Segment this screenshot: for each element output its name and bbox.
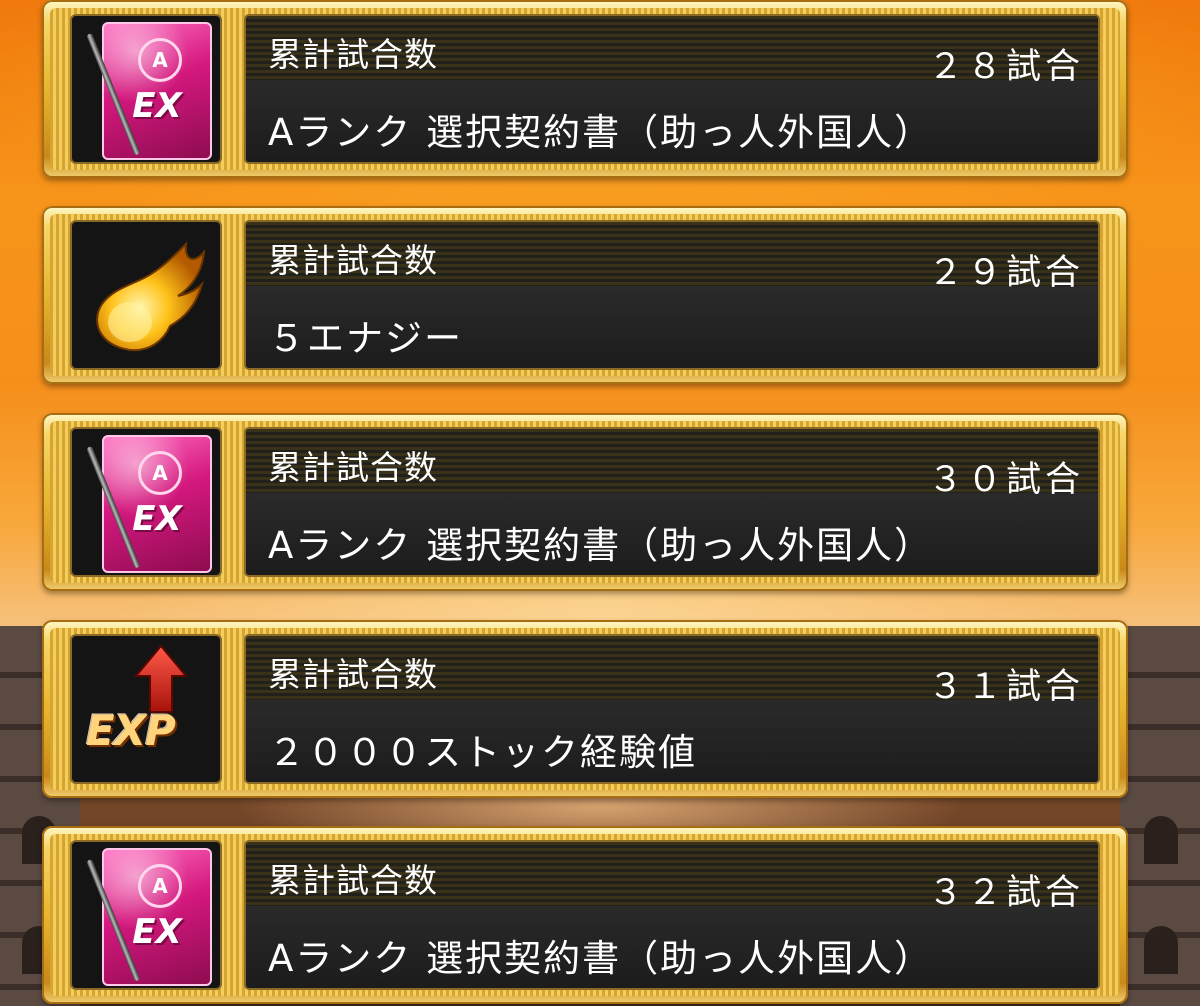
ex-label: EX — [132, 499, 182, 539]
reward-info: 累計試合数 ３０試合 Aランク 選択契約書（助っ人外国人） — [244, 427, 1100, 577]
reward-icon-box: A EX — [70, 14, 222, 164]
cumulative-games-label: 累計試合数 — [268, 241, 438, 280]
flame-icon — [96, 242, 206, 352]
reward-name: ２０００ストック経験値 — [268, 731, 697, 774]
reward-card[interactable]: A EX 累計試合数 ３０試合 Aランク 選択契約書（助っ人外国人） — [42, 413, 1128, 591]
cumulative-games-label: 累計試合数 — [268, 448, 438, 487]
reward-icon-box: EXP — [70, 634, 222, 784]
contract-icon: A EX — [102, 848, 212, 986]
rank-emblem: A — [138, 864, 182, 908]
games-count: ３０試合 — [927, 460, 1084, 500]
games-count: ２９試合 — [927, 253, 1084, 293]
reward-card[interactable]: 累計試合数 ２９試合 ５エナジー — [42, 206, 1128, 384]
games-count: ２８試合 — [927, 47, 1084, 87]
exp-label: EXP — [86, 706, 176, 755]
up-arrow-icon — [134, 644, 188, 713]
reward-name: Aランク 選択契約書（助っ人外国人） — [268, 524, 934, 567]
ex-label: EX — [132, 86, 182, 126]
arena-wall-right — [1120, 626, 1200, 1006]
reward-icon-box: A EX — [70, 427, 222, 577]
contract-icon: A EX — [102, 22, 212, 160]
reward-name: Aランク 選択契約書（助っ人外国人） — [268, 937, 934, 980]
arena-arch — [1144, 816, 1178, 864]
games-count: ３２試合 — [927, 873, 1084, 913]
rank-emblem: A — [138, 38, 182, 82]
cumulative-games-label: 累計試合数 — [268, 655, 438, 694]
reward-card[interactable]: A EX 累計試合数 ３２試合 Aランク 選択契約書（助っ人外国人） — [42, 826, 1128, 1004]
cumulative-games-label: 累計試合数 — [268, 861, 438, 900]
reward-card[interactable]: A EX 累計試合数 ２８試合 Aランク 選択契約書（助っ人外国人） — [42, 0, 1128, 178]
games-count: ３１試合 — [927, 667, 1084, 707]
reward-name: ５エナジー — [268, 317, 463, 360]
reward-info: 累計試合数 ２８試合 Aランク 選択契約書（助っ人外国人） — [244, 14, 1100, 164]
reward-icon-box — [70, 220, 222, 370]
reward-info: 累計試合数 ３２試合 Aランク 選択契約書（助っ人外国人） — [244, 840, 1100, 990]
reward-info: 累計試合数 ２９試合 ５エナジー — [244, 220, 1100, 370]
rank-emblem: A — [138, 451, 182, 495]
ex-label: EX — [132, 912, 182, 952]
reward-icon-box: A EX — [70, 840, 222, 990]
reward-card[interactable]: EXP 累計試合数 ３１試合 ２０００ストック経験値 — [42, 620, 1128, 798]
reward-name: Aランク 選択契約書（助っ人外国人） — [268, 111, 934, 154]
contract-icon: A EX — [102, 435, 212, 573]
reward-info: 累計試合数 ３１試合 ２０００ストック経験値 — [244, 634, 1100, 784]
cumulative-games-label: 累計試合数 — [268, 35, 438, 74]
arena-arch — [1144, 926, 1178, 974]
